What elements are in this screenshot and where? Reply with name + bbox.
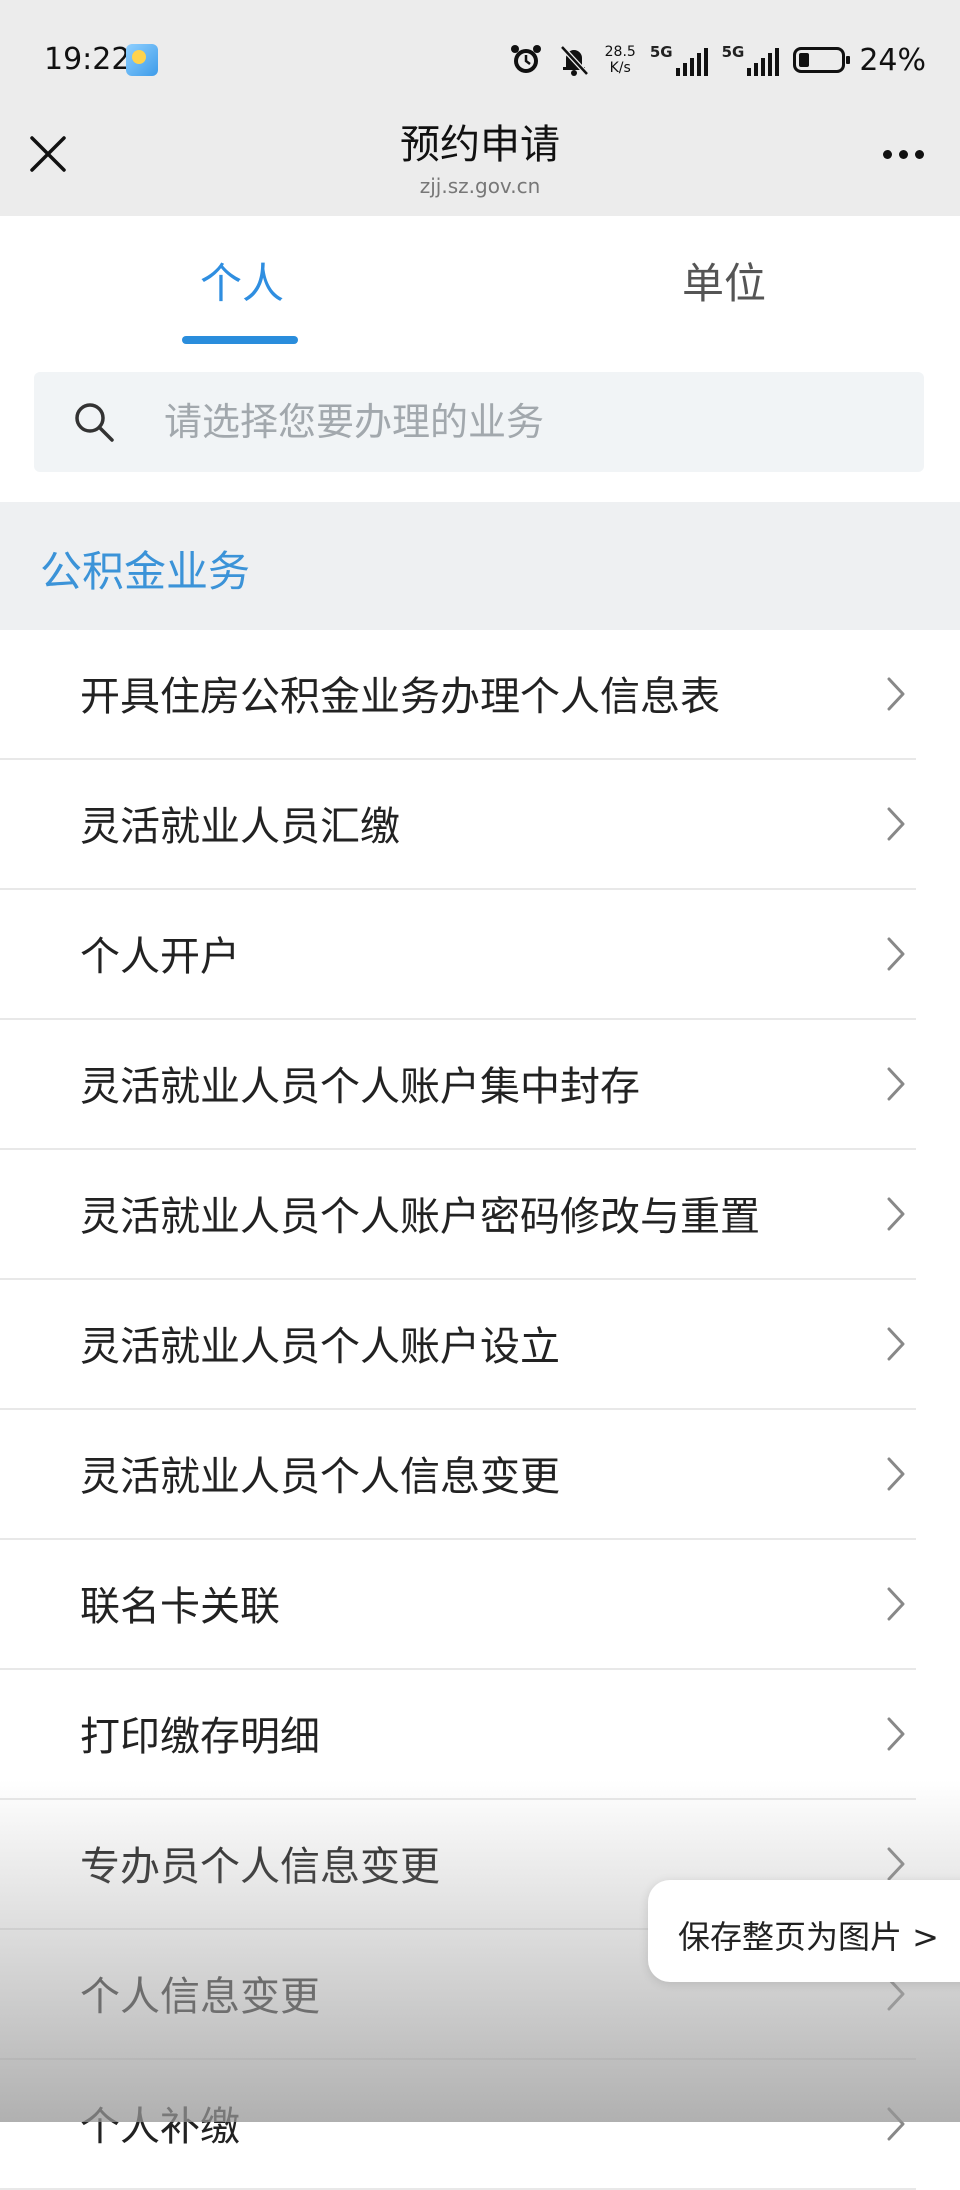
battery-icon <box>793 47 851 73</box>
save-page-as-image-button[interactable]: 保存整页为图片 > <box>648 1880 960 1982</box>
network-type-label: 5G <box>721 42 745 61</box>
signal-bars-icon <box>675 47 708 76</box>
list-item-label: 个人补缴 <box>80 2104 240 2150</box>
list-item-label: 灵活就业人员个人账户集中封存 <box>80 1064 640 1110</box>
list-item[interactable]: 灵活就业人员个人信息变更 <box>0 1410 916 1540</box>
list-item-label: 灵活就业人员个人账户设立 <box>80 1324 560 1370</box>
list-item[interactable]: 个人开户 <box>0 890 916 1020</box>
list-item[interactable]: 灵活就业人员汇缴 <box>0 760 916 890</box>
list-item[interactable]: 打印缴存明细 <box>0 1670 916 1800</box>
list-item-label: 个人信息变更 <box>80 1974 320 2020</box>
chevron-right-icon <box>887 807 905 841</box>
list-item-label: 个人开户 <box>80 934 240 980</box>
weather-icon <box>126 44 158 76</box>
net-speed: 28.5 K/s <box>605 44 636 76</box>
active-tab-indicator <box>182 336 298 344</box>
chevron-right-icon <box>887 2107 905 2141</box>
chevron-right-icon <box>887 1457 905 1491</box>
signal-5g-2: 5G <box>721 42 780 76</box>
chevron-right-icon <box>887 1587 905 1621</box>
mute-bell-icon <box>559 45 589 76</box>
section-header: 公积金业务 <box>0 502 960 630</box>
chevron-right-icon <box>887 1717 905 1751</box>
chevron-right-icon <box>887 677 905 711</box>
battery-percent: 24% <box>859 42 926 78</box>
list-item-label: 灵活就业人员汇缴 <box>80 804 400 850</box>
net-speed-unit: K/s <box>609 60 631 76</box>
network-type-label: 5G <box>649 42 673 61</box>
list-item-label: 灵活就业人员个人信息变更 <box>80 1454 560 1500</box>
more-dot-icon <box>915 150 924 159</box>
list-item[interactable]: 联名卡关联 <box>0 1540 916 1670</box>
chevron-right-icon <box>887 1197 905 1231</box>
search-bar[interactable] <box>34 372 924 472</box>
chevron-right-icon <box>887 1327 905 1361</box>
list-item[interactable]: 灵活就业人员个人账户密码修改与重置 <box>0 1150 916 1280</box>
tab-bar: 个人 单位 <box>0 216 960 350</box>
status-indicators: 28.5 K/s 5G 5G 24% <box>509 40 926 80</box>
more-options-button[interactable] <box>883 150 924 159</box>
search-icon <box>75 403 114 442</box>
chevron-right-icon <box>887 937 905 971</box>
status-time: 19:22 <box>44 42 131 77</box>
list-item-label: 专办员个人信息变更 <box>80 1844 440 1890</box>
tab-unit[interactable]: 单位 <box>682 250 766 311</box>
list-item-label: 打印缴存明细 <box>80 1714 320 1760</box>
more-dot-icon <box>883 150 892 159</box>
list-item[interactable]: 灵活就业人员个人账户设立 <box>0 1280 916 1410</box>
list-item[interactable]: 个人补缴 <box>0 2060 916 2190</box>
status-bar: 19:22 28.5 K/s 5G 5G 24% <box>0 0 960 120</box>
list-item-label: 灵活就业人员个人账户密码修改与重置 <box>80 1194 760 1240</box>
search-input[interactable] <box>164 398 884 446</box>
section-title: 公积金业务 <box>40 547 251 596</box>
chevron-right-icon <box>887 1847 905 1881</box>
list-item[interactable]: 开具住房公积金业务办理个人信息表 <box>0 630 916 760</box>
save-page-label: 保存整页为图片 > <box>678 1918 939 1956</box>
alarm-icon <box>510 45 541 73</box>
page-title: 预约申请 <box>400 122 560 168</box>
signal-bars-icon <box>747 47 780 76</box>
list-item[interactable]: 灵活就业人员个人账户集中封存 <box>0 1020 916 1150</box>
net-speed-value: 28.5 <box>604 44 636 60</box>
more-dot-icon <box>899 150 908 159</box>
chevron-right-icon <box>887 1067 905 1101</box>
list-item-label: 联名卡关联 <box>80 1584 280 1630</box>
signal-5g-1: 5G <box>649 42 708 76</box>
list-item-label: 开具住房公积金业务办理个人信息表 <box>80 674 720 720</box>
tab-personal[interactable]: 个人 <box>200 250 284 311</box>
page-url: zjj.sz.gov.cn <box>419 174 541 198</box>
